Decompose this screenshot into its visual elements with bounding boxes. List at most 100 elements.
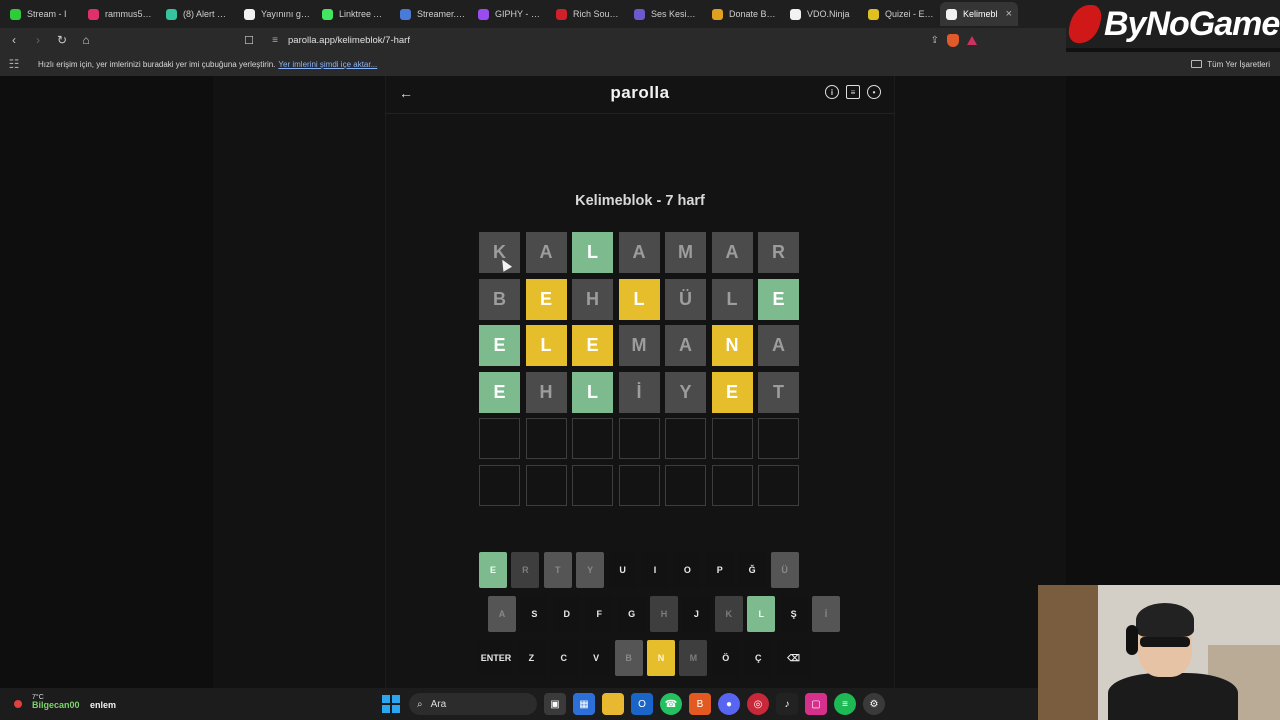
keyboard-key[interactable]: Ş: [779, 596, 808, 632]
home-icon[interactable]: ⌂: [76, 30, 96, 50]
keyboard-key[interactable]: E: [479, 552, 507, 588]
folder-icon: [1191, 60, 1203, 68]
browser-tab[interactable]: Donate ByNo: [706, 2, 784, 26]
keyboard-key[interactable]: L: [747, 596, 776, 632]
store-icon[interactable]: ▦: [573, 693, 595, 715]
apps-grid-icon[interactable]: ☷: [0, 57, 28, 71]
tab-label: (8) Alert Box: [183, 9, 232, 19]
site-settings-icon[interactable]: ≡: [266, 35, 284, 46]
all-bookmarks-label: Tüm Yer İşaretleri: [1207, 59, 1270, 69]
keyboard-key[interactable]: F: [585, 596, 614, 632]
keyboard-key[interactable]: U: [608, 552, 637, 588]
brave-shield-icon[interactable]: [947, 33, 959, 47]
keyboard-key[interactable]: M: [679, 640, 708, 676]
grid-cell: A: [525, 232, 567, 273]
keyboard-key[interactable]: O: [673, 552, 702, 588]
settings-gear-icon[interactable]: ⚙: [863, 693, 885, 715]
keyboard-key[interactable]: Z: [517, 640, 546, 676]
bookmark-hint-text: Hızlı erişim için, yer imlerinizi burada…: [38, 59, 276, 69]
browser-tab[interactable]: Rich Soundb: [550, 2, 628, 26]
share-icon[interactable]: ⇪: [931, 35, 939, 46]
forward-icon[interactable]: ›: [28, 30, 48, 50]
enter-key[interactable]: ENTER: [479, 640, 513, 676]
windows-start-icon[interactable]: [380, 693, 402, 715]
tab-favicon-icon: [712, 8, 723, 20]
grid-cell: L: [572, 371, 613, 413]
keyboard-key[interactable]: Ö: [711, 640, 740, 676]
info-icon[interactable]: i: [825, 85, 839, 99]
profile-icon[interactable]: •: [867, 85, 881, 99]
keyboard-key[interactable]: D: [552, 596, 581, 632]
browser-tab[interactable]: GIPHY - Be A: [472, 2, 550, 26]
keyboard-key[interactable]: C: [549, 640, 578, 676]
stats-icon[interactable]: ≡: [846, 85, 860, 99]
browser-tab[interactable]: Streamer.bot: [394, 2, 472, 26]
keyboard-key[interactable]: T: [543, 552, 572, 588]
brave-rewards-icon[interactable]: [967, 35, 977, 45]
grid-cell: H: [525, 371, 567, 413]
browser-tab[interactable]: rammus53 | S: [82, 2, 160, 26]
tab-label: Rich Soundb: [573, 9, 622, 19]
back-icon[interactable]: ‹: [4, 30, 24, 50]
keyboard-key[interactable]: K: [714, 596, 743, 632]
close-tab-icon[interactable]: ×: [1006, 8, 1012, 20]
keyboard-key[interactable]: B: [614, 640, 643, 676]
url-field[interactable]: ☐ ≡ parolla.app/kelimeblok/7-harf ⇪: [240, 30, 985, 50]
grid-cell: Ü: [665, 278, 706, 320]
tab-favicon-icon: [400, 8, 411, 20]
url-text[interactable]: parolla.app/kelimeblok/7-harf: [288, 35, 410, 46]
tab-favicon-icon: [478, 8, 489, 20]
browser-tab[interactable]: Yayınını güçle: [238, 2, 316, 26]
obs-icon[interactable]: ◎: [747, 693, 769, 715]
spotify-icon[interactable]: ≡: [834, 693, 856, 715]
reload-icon[interactable]: ↻: [52, 30, 72, 50]
keyboard-key[interactable]: N: [647, 640, 675, 676]
tab-favicon-icon: [868, 8, 879, 20]
keyboard-key[interactable]: G: [617, 596, 646, 632]
grid-cell: [479, 464, 520, 506]
import-bookmarks-link[interactable]: Yer imlerini şimdi içe aktar...: [278, 60, 377, 69]
outlook-icon[interactable]: O: [631, 693, 653, 715]
keyboard-key[interactable]: R: [511, 552, 540, 588]
browser-tab[interactable]: Stream - I: [4, 2, 82, 26]
browser-tab[interactable]: (8) Alert Box: [160, 2, 238, 26]
keyboard-key[interactable]: I: [641, 552, 669, 588]
tab-favicon-icon: [166, 8, 177, 20]
keyboard-key[interactable]: Ç: [744, 640, 773, 676]
brave-icon[interactable]: B: [689, 693, 711, 715]
keyboard-key[interactable]: Ü: [770, 552, 799, 588]
browser-tab[interactable]: Kelimebl ×: [940, 2, 1018, 26]
keyboard-key[interactable]: A: [488, 596, 516, 632]
file-explorer-icon[interactable]: [602, 693, 624, 715]
grid-cell: [572, 418, 613, 459]
instagram-icon[interactable]: ▢: [805, 693, 827, 715]
weather-widget[interactable]: 7°C: [12, 692, 44, 714]
task-view-icon[interactable]: ▣: [544, 693, 566, 715]
keyboard-key[interactable]: V: [582, 640, 611, 676]
grid-cell: R: [758, 232, 799, 273]
browser-tab[interactable]: Linktree Adm: [316, 2, 394, 26]
grid-cell: Y: [665, 371, 706, 413]
discord-icon[interactable]: ●: [718, 693, 740, 715]
weather-icon: [14, 700, 22, 708]
browser-tab[interactable]: Ses Kesici [H: [628, 2, 706, 26]
grid-cell: E: [479, 325, 520, 366]
grid-cell: E: [758, 278, 799, 320]
keyboard-key[interactable]: İ: [812, 596, 840, 632]
whatsapp-icon[interactable]: ☎: [660, 693, 682, 715]
browser-tab[interactable]: VDO.Ninja: [784, 2, 862, 26]
bynogame-mark-icon: [1065, 5, 1105, 43]
browser-tab[interactable]: Quizei - Eğle: [862, 2, 940, 26]
keyboard-key[interactable]: J: [682, 596, 711, 632]
keyboard-key[interactable]: S: [520, 596, 549, 632]
keyboard-key[interactable]: H: [650, 596, 678, 632]
tiktok-icon[interactable]: ♪: [776, 693, 798, 715]
bookmark-icon[interactable]: ☐: [240, 34, 258, 47]
keyboard-key[interactable]: P: [705, 552, 734, 588]
keyboard-key[interactable]: Y: [576, 552, 605, 588]
all-bookmarks-button[interactable]: Tüm Yer İşaretleri: [1191, 60, 1270, 69]
backspace-key[interactable]: ⌫: [776, 640, 811, 676]
tab-label: Donate ByNo: [729, 9, 778, 19]
taskbar-search[interactable]: ⌕ Ara: [409, 693, 537, 715]
keyboard-key[interactable]: Ğ: [738, 552, 767, 588]
